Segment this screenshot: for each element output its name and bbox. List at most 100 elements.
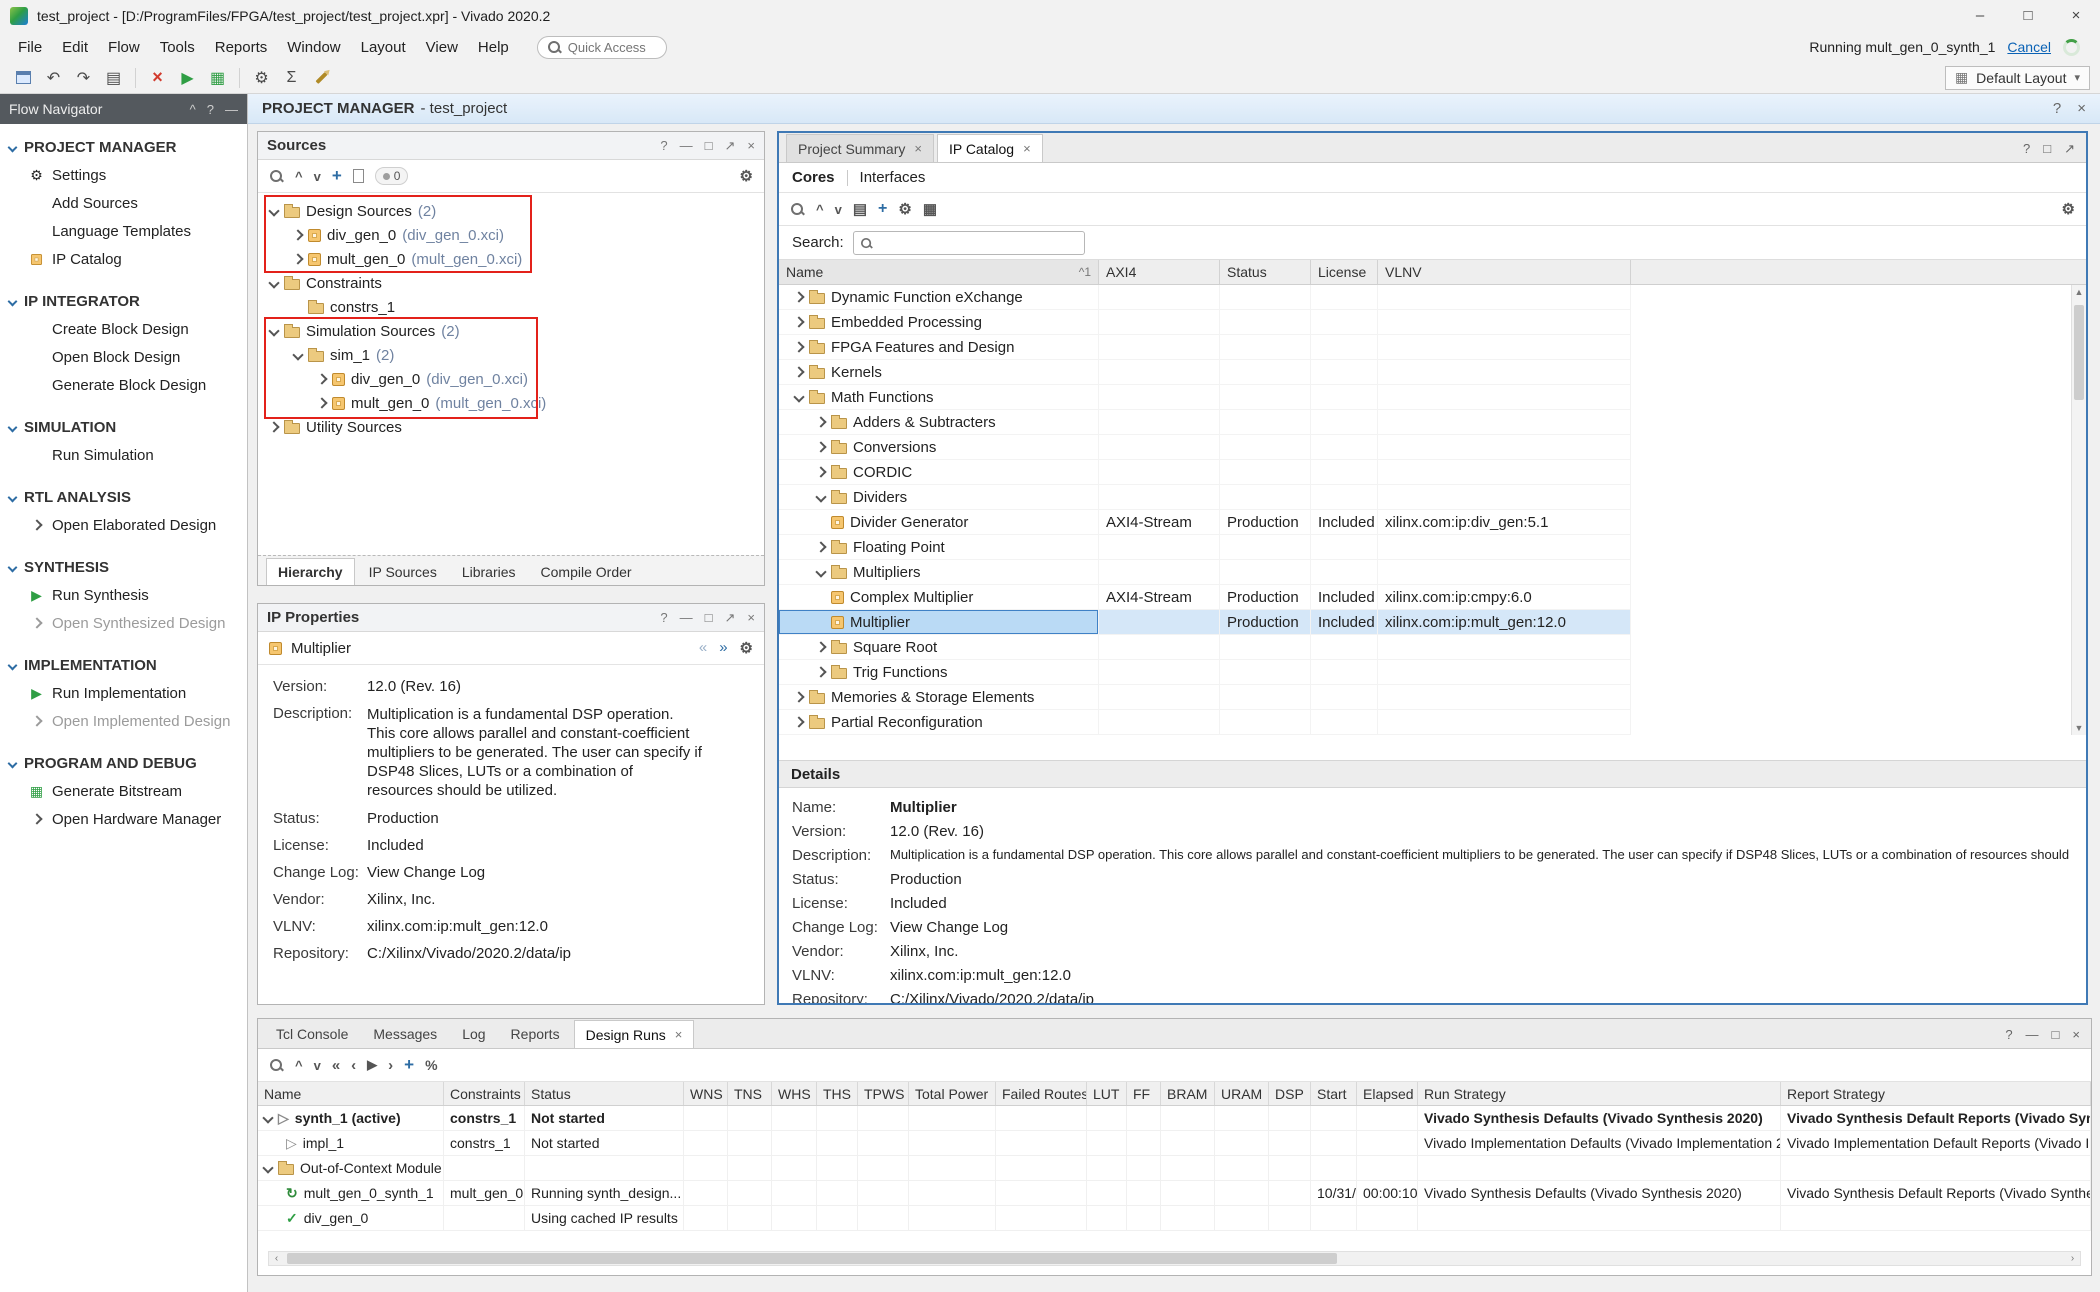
expand-all-icon[interactable]: v: [835, 202, 842, 217]
run-row-div-gen-0[interactable]: ✓div_gen_0 Using cached IP results: [258, 1206, 2091, 1231]
column-header-name[interactable]: Name ^1: [779, 260, 1099, 284]
column-header[interactable]: Report Strategy: [1781, 1082, 2091, 1105]
step-forward-icon[interactable]: ›: [388, 1057, 393, 1074]
menu-view[interactable]: View: [416, 35, 468, 60]
create-run-icon[interactable]: +: [404, 1055, 414, 1075]
run-row-impl-1[interactable]: ▷impl_1 constrs_1 Not started Vivado Imp…: [258, 1131, 2091, 1156]
column-header[interactable]: Total Power: [909, 1082, 996, 1105]
menu-edit[interactable]: Edit: [52, 35, 98, 60]
column-header[interactable]: Run Strategy: [1418, 1082, 1781, 1105]
flow-nav-item-run-simulation[interactable]: Run Simulation: [0, 441, 247, 469]
settings-gear-icon[interactable]: ⚙: [740, 167, 753, 185]
run-row-out-of-context[interactable]: Out-of-Context Module Runs: [258, 1156, 2091, 1181]
tab-hierarchy[interactable]: Hierarchy: [266, 558, 355, 585]
search-icon[interactable]: [790, 202, 805, 217]
tree-item-utility-sources[interactable]: Utility Sources: [258, 415, 764, 439]
column-header-status[interactable]: Status: [1220, 260, 1311, 284]
column-header-license[interactable]: License: [1311, 260, 1378, 284]
column-header[interactable]: WHS: [772, 1082, 817, 1105]
help-icon[interactable]: ?: [660, 138, 667, 154]
tree-item-design-sources[interactable]: Design Sources (2): [258, 199, 764, 223]
help-icon[interactable]: ?: [2005, 1027, 2012, 1042]
flow-nav-section-program-and-debug[interactable]: PROGRAM AND DEBUG: [0, 750, 247, 777]
report-icon[interactable]: ▦: [204, 66, 231, 90]
back-arrow-icon[interactable]: «: [699, 639, 707, 657]
flow-nav-item-open-hardware-manager[interactable]: Open Hardware Manager: [0, 805, 247, 833]
customize-ip-icon[interactable]: ⚙: [898, 200, 911, 218]
file-icon[interactable]: [353, 169, 364, 183]
tab-ip-sources[interactable]: IP Sources: [358, 559, 448, 585]
chevron-right-icon[interactable]: [815, 666, 826, 677]
menu-layout[interactable]: Layout: [351, 35, 416, 60]
quick-access-input[interactable]: [568, 40, 654, 55]
subtab-interfaces[interactable]: Interfaces: [860, 169, 926, 186]
column-header[interactable]: Name: [258, 1082, 444, 1105]
column-header[interactable]: TNS: [728, 1082, 772, 1105]
toggle-icon[interactable]: ^: [190, 102, 196, 117]
minimize-panel-icon[interactable]: —: [2026, 1027, 2039, 1042]
flow-nav-item-add-sources[interactable]: Add Sources: [0, 189, 247, 217]
run-row-synth-1[interactable]: ▷synth_1 (active) constrs_1 Not started …: [258, 1106, 2091, 1131]
chevron-right-icon[interactable]: [815, 541, 826, 552]
change-log-link[interactable]: View Change Log: [890, 919, 1008, 936]
scrollbar-thumb[interactable]: [287, 1253, 1337, 1264]
help-icon[interactable]: ?: [2023, 141, 2030, 157]
catalog-row-fpga-features-and-design[interactable]: FPGA Features and Design: [779, 335, 1631, 360]
chevron-down-icon[interactable]: [268, 277, 279, 288]
run-icon[interactable]: ▶: [174, 66, 201, 90]
change-log-link[interactable]: View Change Log: [367, 864, 485, 881]
chevron-right-icon[interactable]: [292, 229, 303, 240]
menu-reports[interactable]: Reports: [205, 35, 278, 60]
catalog-row-math-functions[interactable]: Math Functions: [779, 385, 1631, 410]
chevron-right-icon[interactable]: [815, 441, 826, 452]
column-header[interactable]: TPWS: [858, 1082, 909, 1105]
minimize-panel-icon[interactable]: —: [225, 102, 238, 117]
edit-icon[interactable]: [308, 66, 335, 90]
catalog-row-square-root[interactable]: Square Root: [779, 635, 1631, 660]
close-panel-icon[interactable]: ×: [747, 610, 755, 626]
tab-libraries[interactable]: Libraries: [451, 559, 527, 585]
tab-design-runs[interactable]: Design Runs ×: [574, 1020, 695, 1048]
close-tab-icon[interactable]: ×: [914, 141, 922, 156]
flow-nav-section-project-manager[interactable]: PROJECT MANAGER: [0, 134, 247, 161]
redo-icon[interactable]: ↷: [70, 66, 97, 90]
close-panel-icon[interactable]: ×: [2072, 1027, 2080, 1042]
catalog-row-cordic[interactable]: CORDIC: [779, 460, 1631, 485]
subtab-cores[interactable]: Cores: [792, 169, 835, 186]
chevron-down-icon[interactable]: [292, 349, 303, 360]
chevron-down-icon[interactable]: [268, 205, 279, 216]
column-header[interactable]: Start: [1311, 1082, 1357, 1105]
column-header-vlnv[interactable]: VLNV: [1378, 260, 1631, 284]
scroll-down-icon[interactable]: ▼: [2072, 721, 2086, 735]
minimize-panel-icon[interactable]: —: [680, 610, 693, 626]
column-header[interactable]: FF: [1127, 1082, 1161, 1105]
expand-all-icon[interactable]: v: [314, 1058, 321, 1073]
tree-item-sim-1[interactable]: sim_1 (2): [258, 343, 764, 367]
column-header[interactable]: Failed Routes: [996, 1082, 1087, 1105]
search-icon[interactable]: [269, 1058, 284, 1073]
search-icon[interactable]: [269, 169, 284, 184]
column-header[interactable]: THS: [817, 1082, 858, 1105]
menu-window[interactable]: Window: [277, 35, 350, 60]
chevron-right-icon[interactable]: [815, 416, 826, 427]
tab-compile-order[interactable]: Compile Order: [530, 559, 643, 585]
taxonomy-icon[interactable]: ▤: [853, 200, 867, 218]
catalog-row-multipliers[interactable]: Multipliers: [779, 560, 1631, 585]
maximize-panel-icon[interactable]: □: [705, 138, 713, 154]
package-ip-icon[interactable]: ▦: [923, 200, 937, 218]
scrollbar-thumb[interactable]: [2074, 305, 2084, 400]
flow-nav-item-open-implemented-design[interactable]: Open Implemented Design: [0, 707, 247, 735]
flow-nav-item-ip-catalog[interactable]: IP Catalog: [0, 245, 247, 273]
flow-nav-item-language-templates[interactable]: Language Templates: [0, 217, 247, 245]
catalog-row-floating-point[interactable]: Floating Point: [779, 535, 1631, 560]
column-header[interactable]: WNS: [684, 1082, 728, 1105]
status-link[interactable]: Production: [367, 810, 439, 827]
tree-item-mult-gen-0[interactable]: mult_gen_0 (mult_gen_0.xci): [258, 247, 764, 271]
add-sources-icon[interactable]: +: [332, 166, 342, 186]
chevron-right-icon[interactable]: [793, 366, 804, 377]
tab-ip-catalog[interactable]: IP Catalog ×: [937, 134, 1043, 162]
sum-icon[interactable]: Σ: [278, 66, 305, 90]
maximize-panel-icon[interactable]: □: [2043, 141, 2051, 157]
chevron-down-icon[interactable]: [815, 491, 826, 502]
catalog-row-adders-subtracters[interactable]: Adders & Subtracters: [779, 410, 1631, 435]
